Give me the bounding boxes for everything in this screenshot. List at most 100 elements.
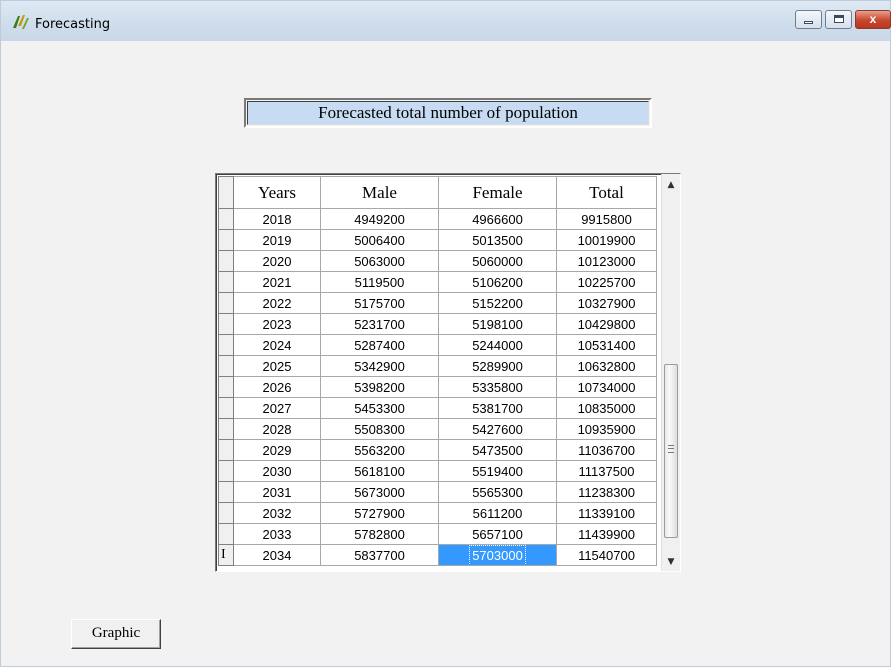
cell-male[interactable]: 5837700	[320, 544, 439, 566]
cell-male[interactable]: 5782800	[320, 523, 439, 545]
cell-male[interactable]: 5175700	[320, 292, 439, 314]
cell-male[interactable]: 5006400	[320, 229, 439, 251]
cell-female[interactable]: 5565300	[438, 481, 557, 503]
cell-male[interactable]: 5342900	[320, 355, 439, 377]
cell-year[interactable]: 2024	[233, 334, 321, 356]
table-row[interactable]: 2027 5453300 5381700 10835000	[218, 397, 657, 419]
cell-total[interactable]: 11137500	[556, 460, 657, 482]
cell-male[interactable]: 5231700	[320, 313, 439, 335]
cell-female[interactable]: 4966600	[438, 208, 557, 230]
cell-male[interactable]: 5618100	[320, 460, 439, 482]
scroll-up-icon[interactable]: ▲	[662, 176, 680, 194]
row-indicator[interactable]	[218, 523, 234, 545]
cell-total[interactable]: 11238300	[556, 481, 657, 503]
row-indicator[interactable]	[218, 313, 234, 335]
cell-year[interactable]: 2018	[233, 208, 321, 230]
population-grid[interactable]: Years Male Female Total 2018 4949200 49666…	[215, 173, 681, 572]
table-row[interactable]: I 2034 5837700 5703000 11540700	[218, 544, 657, 566]
cell-total[interactable]: 10835000	[556, 397, 657, 419]
table-row[interactable]: 2018 4949200 4966600 9915800	[218, 208, 657, 230]
cell-female[interactable]: 5152200	[438, 292, 557, 314]
row-indicator[interactable]	[218, 439, 234, 461]
cell-total[interactable]: 11439900	[556, 523, 657, 545]
cell-male[interactable]: 5508300	[320, 418, 439, 440]
row-indicator[interactable]	[218, 229, 234, 251]
cell-year[interactable]: 2022	[233, 292, 321, 314]
cell-male[interactable]: 4949200	[320, 208, 439, 230]
cell-female[interactable]: 5289900	[438, 355, 557, 377]
table-row[interactable]: 2032 5727900 5611200 11339100	[218, 502, 657, 524]
cell-female[interactable]: 5106200	[438, 271, 557, 293]
row-indicator[interactable]	[218, 250, 234, 272]
cell-male[interactable]: 5673000	[320, 481, 439, 503]
maximize-button[interactable]	[825, 10, 852, 29]
column-header-total[interactable]: Total	[556, 176, 657, 209]
cell-male[interactable]: 5398200	[320, 376, 439, 398]
table-row[interactable]: 2023 5231700 5198100 10429800	[218, 313, 657, 335]
cell-year[interactable]: 2033	[233, 523, 321, 545]
cell-year[interactable]: 2034	[233, 544, 321, 566]
cell-total[interactable]: 10632800	[556, 355, 657, 377]
column-header-male[interactable]: Male	[320, 176, 439, 209]
cell-year[interactable]: 2019	[233, 229, 321, 251]
cell-female[interactable]: 5244000	[438, 334, 557, 356]
cell-female[interactable]: 5611200	[438, 502, 557, 524]
cell-female[interactable]: 5198100	[438, 313, 557, 335]
table-row[interactable]: 2022 5175700 5152200 10327900	[218, 292, 657, 314]
scroll-thumb[interactable]	[664, 364, 678, 538]
cell-year[interactable]: 2026	[233, 376, 321, 398]
row-indicator[interactable]: I	[218, 544, 234, 566]
cell-male[interactable]: 5119500	[320, 271, 439, 293]
table-row[interactable]: 2025 5342900 5289900 10632800	[218, 355, 657, 377]
selected-cell[interactable]: 5703000	[438, 544, 557, 566]
cell-male[interactable]: 5287400	[320, 334, 439, 356]
close-button[interactable]: x	[855, 10, 891, 29]
cell-total[interactable]: 11540700	[556, 544, 657, 566]
cell-year[interactable]: 2023	[233, 313, 321, 335]
table-row[interactable]: 2031 5673000 5565300 11238300	[218, 481, 657, 503]
row-indicator[interactable]	[218, 481, 234, 503]
title-bar[interactable]: Forecasting x	[1, 1, 891, 41]
cell-female[interactable]: 5060000	[438, 250, 557, 272]
row-indicator[interactable]	[218, 376, 234, 398]
cell-female[interactable]: 5519400	[438, 460, 557, 482]
cell-female[interactable]: 5013500	[438, 229, 557, 251]
cell-year[interactable]: 2020	[233, 250, 321, 272]
cell-year[interactable]: 2027	[233, 397, 321, 419]
cell-male[interactable]: 5063000	[320, 250, 439, 272]
cell-year[interactable]: 2025	[233, 355, 321, 377]
row-indicator[interactable]	[218, 208, 234, 230]
row-indicator[interactable]	[218, 418, 234, 440]
table-row[interactable]: 2019 5006400 5013500 10019900	[218, 229, 657, 251]
cell-total[interactable]: 9915800	[556, 208, 657, 230]
cell-total[interactable]: 10327900	[556, 292, 657, 314]
cell-total[interactable]: 11339100	[556, 502, 657, 524]
cell-total[interactable]: 11036700	[556, 439, 657, 461]
cell-female[interactable]: 5657100	[438, 523, 557, 545]
table-row[interactable]: 2029 5563200 5473500 11036700	[218, 439, 657, 461]
minimize-button[interactable]	[795, 10, 822, 29]
scroll-down-icon[interactable]: ▼	[662, 553, 680, 571]
table-row[interactable]: 2020 5063000 5060000 10123000	[218, 250, 657, 272]
table-row[interactable]: 2021 5119500 5106200 10225700	[218, 271, 657, 293]
cell-year[interactable]: 2029	[233, 439, 321, 461]
row-indicator[interactable]	[218, 502, 234, 524]
table-row[interactable]: 2030 5618100 5519400 11137500	[218, 460, 657, 482]
cell-total[interactable]: 10935900	[556, 418, 657, 440]
cell-male[interactable]: 5727900	[320, 502, 439, 524]
cell-total[interactable]: 10531400	[556, 334, 657, 356]
cell-total[interactable]: 10734000	[556, 376, 657, 398]
row-indicator[interactable]	[218, 397, 234, 419]
cell-male[interactable]: 5563200	[320, 439, 439, 461]
cell-total[interactable]: 10429800	[556, 313, 657, 335]
column-header-years[interactable]: Years	[233, 176, 321, 209]
cell-female[interactable]: 5473500	[438, 439, 557, 461]
row-indicator[interactable]	[218, 271, 234, 293]
cell-female[interactable]: 5335800	[438, 376, 557, 398]
row-indicator[interactable]	[218, 292, 234, 314]
table-row[interactable]: 2024 5287400 5244000 10531400	[218, 334, 657, 356]
table-row[interactable]: 2033 5782800 5657100 11439900	[218, 523, 657, 545]
row-indicator[interactable]	[218, 334, 234, 356]
cell-year[interactable]: 2030	[233, 460, 321, 482]
cell-total[interactable]: 10123000	[556, 250, 657, 272]
